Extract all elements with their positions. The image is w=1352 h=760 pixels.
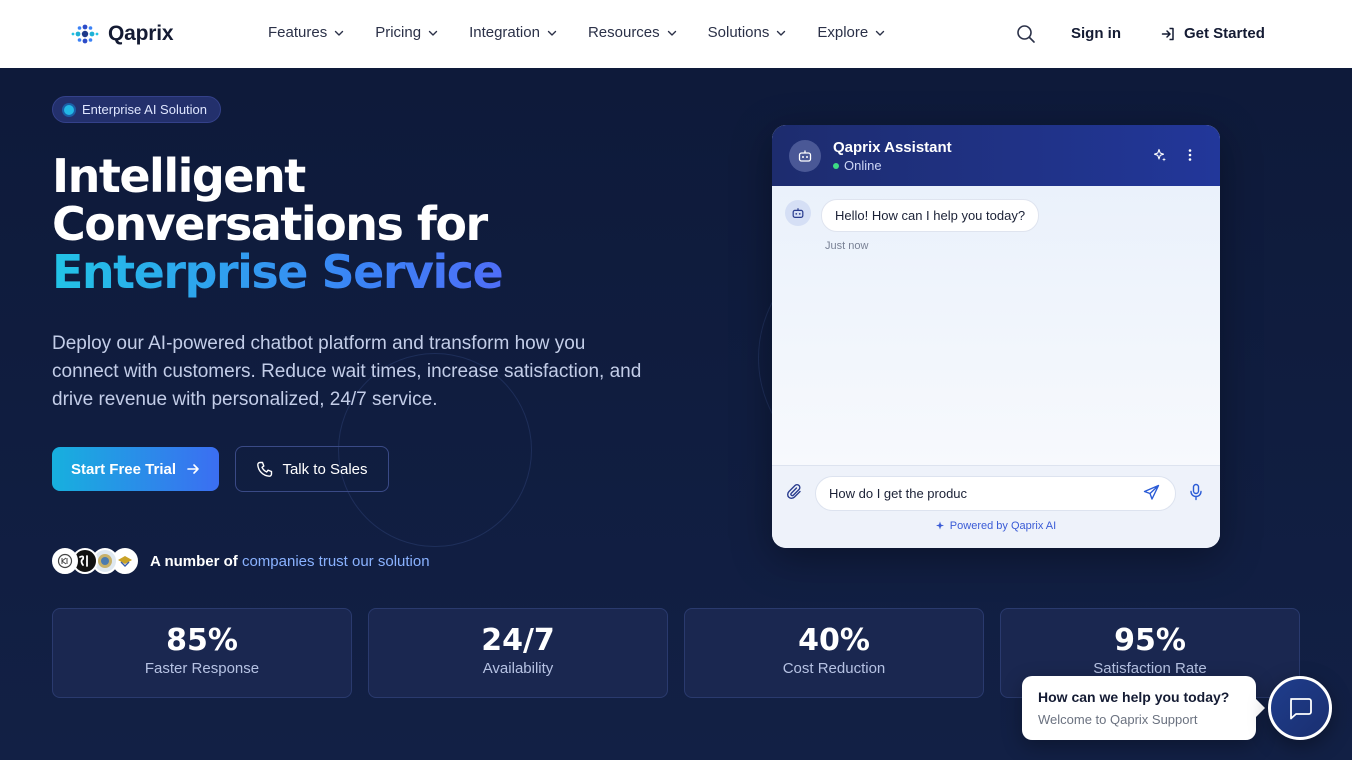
start-free-trial-button[interactable]: Start Free Trial — [52, 447, 219, 491]
nav-item-label: Pricing — [375, 24, 422, 41]
headline-line-1: Intelligent — [52, 149, 306, 203]
open-chat-button[interactable] — [1268, 676, 1332, 740]
talk-to-sales-button[interactable]: Talk to Sales — [235, 446, 389, 492]
support-title: How can we help you today? — [1038, 689, 1230, 705]
talk-to-sales-label: Talk to Sales — [282, 460, 368, 478]
microphone-icon[interactable] — [1188, 483, 1204, 501]
chat-composer: Powered by Qaprix AI — [772, 465, 1220, 548]
stat-label: Cost Reduction — [782, 660, 886, 677]
stat-value: 85% — [166, 623, 238, 658]
badge-dot-icon — [64, 104, 74, 115]
nav-item-features[interactable]: Features — [268, 24, 345, 41]
nav-item-label: Solutions — [707, 24, 770, 41]
headline-line-2: Conversations for — [52, 197, 488, 251]
chevron-down-icon — [876, 30, 885, 36]
nav-item-label: Resources — [587, 24, 660, 41]
hero-badge: Enterprise AI Solution — [52, 96, 222, 123]
support-popup[interactable]: How can we help you today? Welcome to Qa… — [1022, 676, 1265, 740]
stat-value: 40% — [798, 623, 870, 658]
get-started-label: Get Started — [1184, 25, 1265, 42]
top-navbar: Qaprix Features Pricing Integration Reso… — [0, 0, 1352, 68]
robot-icon — [798, 150, 812, 162]
stat-value: 95% — [1114, 623, 1186, 658]
login-icon — [1161, 27, 1174, 40]
phone-icon — [257, 461, 273, 477]
chat-status-label: Online — [844, 158, 882, 173]
brand-logo[interactable]: Qaprix — [70, 21, 174, 47]
search-icon[interactable] — [1015, 23, 1037, 45]
hero-section: Enterprise AI Solution Intelligent Conve… — [0, 68, 1352, 760]
chevron-down-icon — [667, 30, 676, 36]
get-started-link[interactable]: Get Started — [1160, 25, 1265, 42]
robot-icon — [792, 208, 804, 218]
start-free-trial-label: Start Free Trial — [70, 460, 177, 478]
hero-subtitle: Deploy our AI-powered chatbot platform a… — [52, 333, 642, 410]
chat-status: Online — [833, 158, 882, 173]
sparkle-icon — [935, 521, 944, 530]
stat-label: Availability — [482, 660, 554, 677]
nav-item-label: Integration — [469, 24, 540, 41]
company-logo-avatar — [52, 548, 78, 574]
sparkles-icon[interactable] — [1153, 148, 1167, 162]
message-bot-avatar — [785, 200, 811, 226]
nav-item-explore[interactable]: Explore — [817, 24, 886, 41]
chat-message-bubble: Hello! How can I help you today? — [821, 199, 1040, 232]
nav-item-solutions[interactable]: Solutions — [708, 24, 788, 41]
stat-label: Faster Response — [144, 660, 260, 677]
online-dot-icon — [833, 162, 839, 169]
trust-row: A number of companies trust our solution — [52, 548, 430, 574]
company-logo-2-icon — [79, 555, 88, 567]
chevron-down-icon — [428, 30, 438, 36]
chat-header: Qaprix Assistant Online — [772, 125, 1220, 186]
stat-label: Satisfaction Rate — [1093, 660, 1207, 677]
nav-item-resources[interactable]: Resources — [588, 24, 678, 41]
chat-messages: Hello! How can I help you today? Just no… — [772, 186, 1220, 465]
send-icon[interactable] — [1143, 484, 1160, 501]
chat-message-input[interactable] — [815, 476, 1176, 511]
powered-by-label: Powered by Qaprix AI — [949, 520, 1057, 532]
trust-prefix: A number of — [150, 552, 238, 570]
nav-item-pricing[interactable]: Pricing — [375, 24, 439, 41]
sign-in-link[interactable]: Sign in — [1071, 25, 1121, 42]
more-vertical-icon[interactable] — [1184, 148, 1196, 162]
company-logo-4-icon — [118, 556, 132, 567]
headline-highlight: Enterprise Service — [52, 245, 504, 299]
stat-card: 40% Cost Reduction — [684, 608, 984, 698]
stat-value: 24/7 — [481, 623, 555, 658]
brand-name: Qaprix — [108, 22, 174, 45]
logo-icon — [71, 24, 99, 44]
chevron-down-icon — [547, 30, 557, 36]
chat-bubble-icon — [1290, 698, 1312, 720]
company-logo-3-icon — [98, 554, 112, 568]
main-nav: Features Pricing Integration Resources S… — [268, 24, 916, 41]
hero-headline: Intelligent Conversations for Enterprise… — [52, 149, 504, 299]
chat-title: Qaprix Assistant — [833, 139, 952, 156]
company-logo-1-icon — [57, 553, 73, 569]
badge-label: Enterprise AI Solution — [82, 102, 208, 117]
arrow-right-icon — [187, 464, 199, 474]
message-timestamp: Just now — [825, 240, 869, 252]
nav-item-label: Explore — [817, 24, 869, 41]
chat-widget: Qaprix Assistant Online Hello! How can I… — [772, 125, 1220, 548]
stat-card: 85% Faster Response — [52, 608, 352, 698]
bot-avatar — [789, 140, 821, 172]
powered-by-row: Powered by Qaprix AI — [772, 520, 1220, 532]
trust-text: A number of companies trust our solution — [150, 553, 430, 570]
paperclip-icon[interactable] — [786, 483, 804, 501]
trust-link[interactable]: companies trust our solution — [242, 553, 430, 570]
nav-item-label: Features — [268, 24, 328, 41]
stat-card: 24/7 Availability — [368, 608, 668, 698]
support-subtitle: Welcome to Qaprix Support — [1038, 712, 1198, 727]
chevron-down-icon — [335, 30, 344, 36]
nav-item-integration[interactable]: Integration — [469, 24, 558, 41]
chevron-down-icon — [777, 30, 786, 36]
